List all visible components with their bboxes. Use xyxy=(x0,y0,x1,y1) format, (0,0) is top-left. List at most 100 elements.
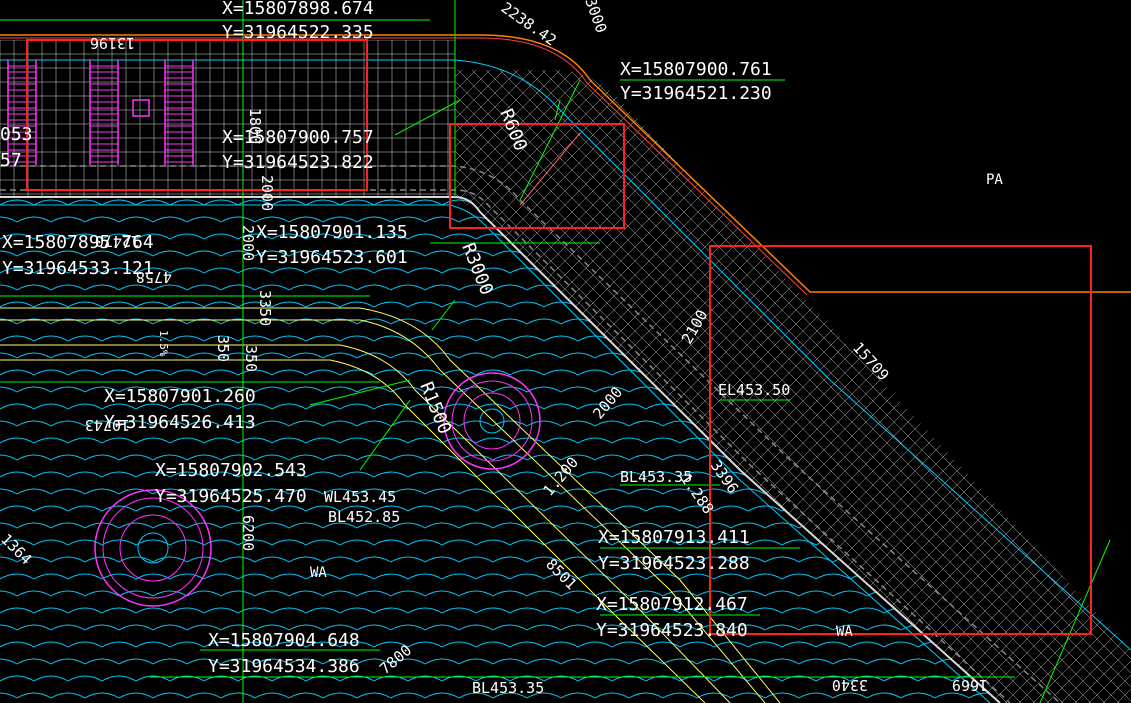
deck-grid-line xyxy=(0,0,210,703)
deck-grid-line xyxy=(1116,70,1131,703)
top-grid-hatch xyxy=(0,40,455,197)
deck-grid-line xyxy=(455,70,644,703)
deck-grid-line xyxy=(766,70,1131,703)
deck-grid-line xyxy=(0,0,153,703)
wave-row xyxy=(0,607,1000,614)
dim-2100: 2100 xyxy=(678,307,712,347)
level-bl-3: BL453.35 xyxy=(472,679,544,697)
dim-1288: 1.288 xyxy=(677,470,718,517)
deck-grid-line xyxy=(455,70,546,703)
deck-grid-line xyxy=(751,70,1131,703)
deck-grid-line xyxy=(1059,70,1131,703)
deck-grid-line xyxy=(455,70,1131,703)
deck-grid-line xyxy=(455,70,1107,703)
dim-1800: 1800 xyxy=(246,108,264,144)
deck-grid-line xyxy=(455,70,687,703)
dim-8501: 8501 xyxy=(542,555,580,593)
wave-row xyxy=(0,250,1000,257)
wave-row xyxy=(0,233,1000,240)
deck-grid-line xyxy=(455,70,574,703)
coord-4-x: X=15807901.135 xyxy=(256,222,408,243)
deck-grid-line xyxy=(920,70,1131,703)
deck-grid-line xyxy=(779,70,1131,703)
coord-3-x: X=15807900.757 xyxy=(222,127,374,148)
deck-grid-line xyxy=(933,70,1131,703)
deck-grid-line xyxy=(1018,70,1131,703)
dim-1669: 1669 xyxy=(952,676,988,694)
deck-grid-line xyxy=(905,70,1131,703)
deck-grid-line xyxy=(1003,70,1131,703)
wave-row xyxy=(0,369,1000,376)
coord-10-x: X=15807904.648 xyxy=(208,630,360,651)
coord-8-x: X=15807913.411 xyxy=(598,527,750,548)
deck-grid-line xyxy=(455,70,616,703)
deck-grid-line xyxy=(0,0,111,703)
deck-grid-line xyxy=(1115,70,1131,703)
deck-grid-line xyxy=(455,70,938,703)
deck-grid-line xyxy=(724,70,1131,703)
dim-2238: 2238.42 xyxy=(498,0,560,50)
deck-grid-line xyxy=(0,0,126,703)
deck-grid-line xyxy=(0,0,98,703)
deck-grid-line xyxy=(455,70,700,703)
deck-grid-line xyxy=(1046,70,1131,703)
deck-grid-line xyxy=(455,70,869,703)
deck-grid-line xyxy=(0,0,69,703)
misc-053: 053 xyxy=(0,124,33,145)
misc-slope: 1.5% xyxy=(157,330,170,357)
deck-grid-line xyxy=(455,70,575,703)
level-el-1: EL453.50 xyxy=(718,381,790,399)
dim-2000-b: 2000 xyxy=(239,225,257,261)
coord-1-x: X=15807898.674 xyxy=(222,0,374,19)
deck-grid-line xyxy=(794,70,1131,703)
deck-grid-line xyxy=(0,0,363,703)
coord-1-y: Y=31964522.335 xyxy=(222,22,374,43)
deck-grid-line xyxy=(878,70,1131,703)
deck-grid-line xyxy=(723,70,1131,703)
deck-grid-line xyxy=(1017,70,1131,703)
deck-grid-line xyxy=(455,70,476,703)
deck-grid-line xyxy=(485,70,1131,703)
deck-grid-line xyxy=(1102,70,1131,703)
deck-grid-line xyxy=(1074,70,1131,703)
deck-grid-line xyxy=(455,70,547,703)
deck-grid-line xyxy=(455,70,910,703)
dim-2000-c: 2000 xyxy=(589,383,626,422)
coord-7-x: X=15807902.543 xyxy=(155,460,307,481)
deck-grid-line xyxy=(458,70,1131,703)
dim-350-a: 350 xyxy=(214,335,232,362)
deck-grid-line xyxy=(793,70,1131,703)
coord-6-x: X=15807901.260 xyxy=(104,386,256,407)
deck-grid-line xyxy=(765,70,1131,703)
deck-grid-line xyxy=(891,70,1131,703)
dim-12470: 12470 xyxy=(95,232,140,250)
deck-grid-line xyxy=(696,70,1131,703)
deck-grid-line xyxy=(710,70,1131,703)
deck-grid-line xyxy=(0,0,83,703)
wave-row xyxy=(0,641,1000,648)
radius-r3000: R3000 xyxy=(457,240,497,298)
deck-grid-line xyxy=(0,0,13,703)
deck-grid-line xyxy=(455,70,897,703)
deck-grid-line xyxy=(455,70,883,703)
dim-1364: 1364 xyxy=(0,530,35,568)
deck-grid-line xyxy=(0,0,209,703)
coord-5-y: Y=31964533.121 xyxy=(2,258,154,279)
deck-grid-line xyxy=(0,0,154,703)
zone-label-wa-1: WA xyxy=(310,565,327,581)
deck-grid-line xyxy=(0,0,406,703)
deck-grid-line xyxy=(919,70,1131,703)
deck-grid-line xyxy=(0,0,223,703)
cad-drawing-canvas[interactable]: PA WA WA X=15807898.674 Y=31964522.335 X… xyxy=(0,0,1131,703)
wave-row xyxy=(0,301,1000,308)
lane-ladders xyxy=(7,60,194,165)
deck-grid-line xyxy=(0,0,125,703)
deck-grid-line xyxy=(0,0,391,703)
misc-57: 57 xyxy=(0,150,22,171)
deck-grid-line xyxy=(0,0,405,703)
deck-grid-line xyxy=(961,70,1131,703)
wave-row xyxy=(0,624,1000,631)
deck-grid-line xyxy=(0,0,14,703)
deck-grid-line xyxy=(0,0,377,703)
dim-13196: 13196 xyxy=(90,34,135,52)
